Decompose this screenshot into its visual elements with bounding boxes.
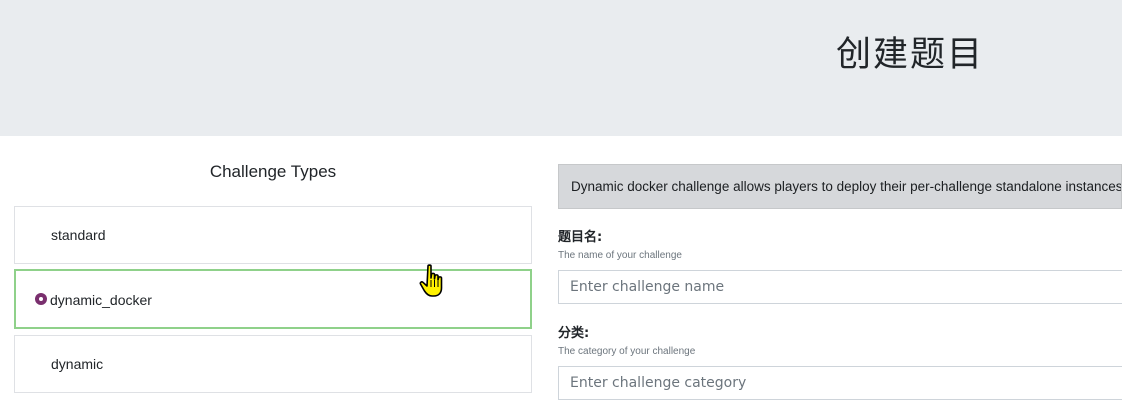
challenge-types-title: Challenge Types [209, 162, 337, 181]
radio-selected-icon [35, 293, 47, 305]
challenge-type-description: Dynamic docker challenge allows players … [558, 164, 1122, 209]
category-help: The category of your challenge [558, 346, 696, 357]
category-label: 分类: [558, 326, 590, 341]
challenge-type-dynamic-docker[interactable]: dynamic_docker [14, 269, 532, 329]
hand-pointer-icon [419, 264, 443, 297]
challenge-category-input[interactable] [558, 366, 1122, 400]
description-text: Dynamic docker challenge allows players … [571, 179, 1122, 194]
challenge-type-label: dynamic [51, 356, 104, 372]
page-header: 创建题目 [0, 0, 1122, 136]
challenge-name-input[interactable] [558, 270, 1122, 304]
challenge-type-dynamic[interactable]: dynamic [14, 335, 532, 393]
challenge-type-standard[interactable]: standard [14, 206, 532, 264]
name-label: 题目名: [558, 230, 603, 245]
challenge-type-label: dynamic_docker [50, 292, 152, 308]
page-title: 创建题目 [835, 35, 984, 75]
challenge-type-label: standard [51, 227, 106, 243]
name-help: The name of your challenge [558, 250, 682, 261]
